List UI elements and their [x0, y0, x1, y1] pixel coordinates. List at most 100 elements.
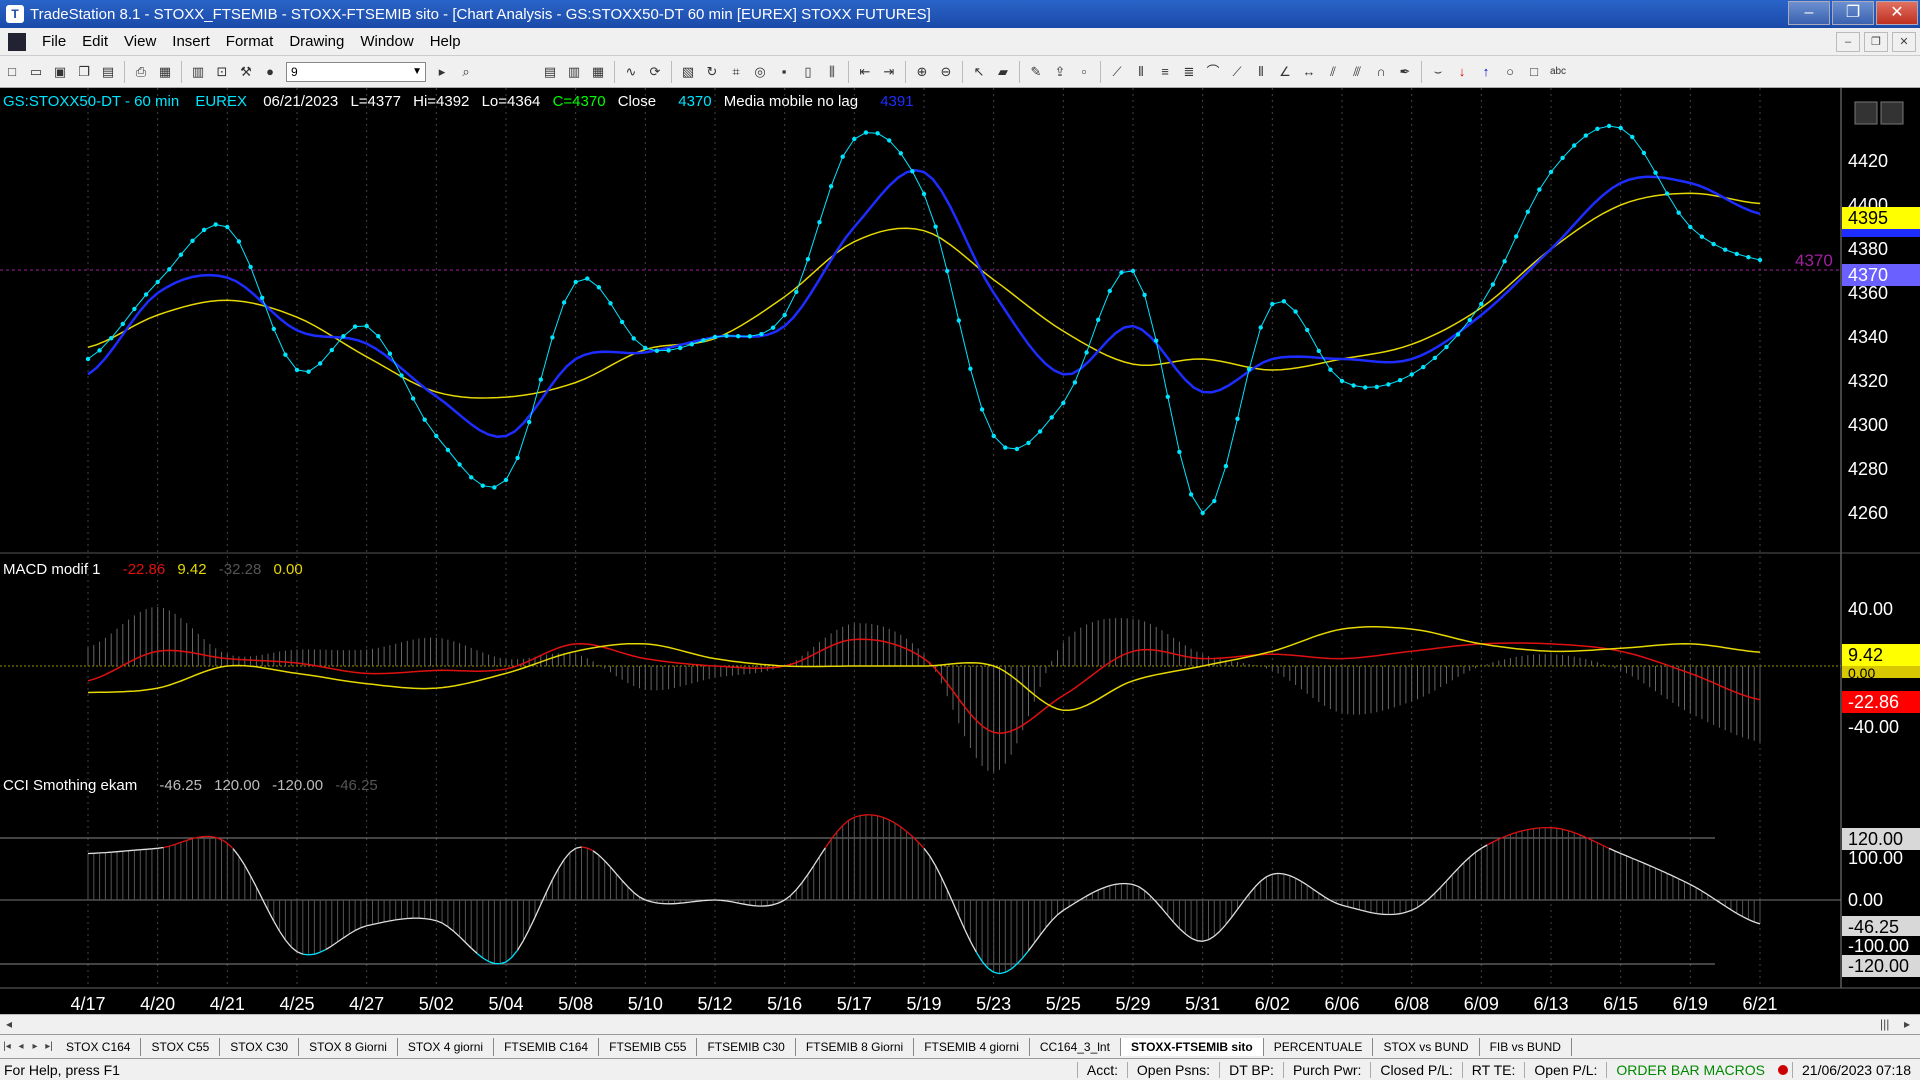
workspace-tab[interactable]: STOX C164 — [56, 1037, 142, 1056]
macros-field[interactable]: ORDER BAR MACROS — [1606, 1061, 1774, 1078]
tab-first-icon[interactable]: |◂ — [0, 1041, 14, 1052]
minimize-button[interactable]: – — [1788, 1, 1830, 25]
workspace-tab[interactable]: FTSEMIB 4 giorni — [914, 1037, 1030, 1056]
trendline-icon[interactable]: ⟋ — [1107, 62, 1127, 82]
workspace-tab[interactable]: STOX vs BUND — [1373, 1037, 1480, 1056]
options-icon[interactable]: ▫ — [1074, 62, 1094, 82]
fib-icon[interactable]: ≣ — [1179, 62, 1199, 82]
workspace-tab[interactable]: FIB vs BUND — [1480, 1037, 1572, 1056]
workspace-tab[interactable]: FTSEMIB C55 — [599, 1037, 698, 1056]
workspace-tab[interactable]: CC164_3_lnt — [1030, 1037, 1121, 1056]
arrow-down-icon[interactable]: ↓ — [1452, 62, 1472, 82]
workspace-tab[interactable]: STOX C55 — [141, 1037, 221, 1056]
portfolio-icon[interactable]: ▯ — [798, 62, 818, 82]
scroll-thumb-icon[interactable]: ||| — [1880, 1017, 1889, 1031]
new-icon[interactable]: □ — [2, 62, 22, 82]
vertical-lines-icon[interactable]: ⦀ — [1131, 62, 1151, 82]
child-minimize-button[interactable]: – — [1836, 31, 1860, 52]
print-preview-icon[interactable]: ▦ — [155, 62, 175, 82]
arc-icon[interactable]: ⌒ — [1203, 62, 1223, 82]
pointer-icon[interactable]: ↖ — [969, 62, 989, 82]
cycle-icon[interactable]: ∩ — [1371, 62, 1391, 82]
pane-restore-button[interactable] — [1880, 101, 1904, 125]
indicator-icon[interactable]: ∿ — [621, 62, 641, 82]
child-close-button[interactable]: ✕ — [1892, 31, 1916, 52]
scroll-left-icon[interactable]: ◂ — [6, 1017, 12, 1031]
play-icon[interactable]: ▸ — [432, 62, 452, 82]
scroll-right-icon[interactable]: ▸ — [1904, 1017, 1910, 1031]
strategy-icon[interactable]: ⟳ — [645, 62, 665, 82]
workspace-tab[interactable]: STOX 8 Giorni — [299, 1037, 398, 1056]
chart-type-icon[interactable]: ▤ — [540, 62, 560, 82]
gann-icon[interactable]: ∠ — [1275, 62, 1295, 82]
workspace-tab[interactable]: FTSEMIB 8 Giorni — [796, 1037, 915, 1056]
pane-minimize-button[interactable] — [1854, 101, 1878, 125]
pen-icon[interactable]: ✒ — [1395, 62, 1415, 82]
andrews-icon[interactable]: ⫴ — [1251, 62, 1271, 82]
scanner-icon[interactable]: ⌗ — [726, 62, 746, 82]
tab-prev-icon[interactable]: ◂ — [14, 1041, 28, 1052]
print-icon[interactable]: ⎙ — [131, 62, 151, 82]
extend-icon[interactable]: ↔ — [1299, 62, 1319, 82]
open-icon[interactable]: ▭ — [26, 62, 46, 82]
maximize-button[interactable]: ❐ — [1832, 1, 1874, 25]
chart-area[interactable]: GS:STOXX50-DT - 60 min EUREX 06/21/2023 … — [0, 88, 1920, 1014]
window-icon[interactable]: ▥ — [188, 62, 208, 82]
tools-icon[interactable]: ⚒ — [236, 62, 256, 82]
channel-icon[interactable]: ⫽ — [1323, 62, 1343, 82]
last-label: L=4377 — [350, 93, 400, 110]
workspace-tab[interactable]: PERCENTUALE — [1264, 1037, 1374, 1056]
save-icon[interactable]: ▣ — [50, 62, 70, 82]
zoom-out-icon[interactable]: ⊖ — [936, 62, 956, 82]
globe-icon[interactable]: ● — [260, 62, 280, 82]
menu-file[interactable]: File — [34, 33, 74, 50]
menu-help[interactable]: Help — [422, 33, 469, 50]
arrow-up-icon[interactable]: ↑ — [1476, 62, 1496, 82]
ellipse-icon[interactable]: ○ — [1500, 62, 1520, 82]
close-point — [503, 477, 509, 483]
table-icon[interactable]: ▦ — [588, 62, 608, 82]
menu-format[interactable]: Format — [218, 33, 282, 50]
speed-lines-icon[interactable]: ⟋ — [1227, 62, 1247, 82]
date-tick: 6/09 — [1464, 994, 1499, 1014]
menu-insert[interactable]: Insert — [164, 33, 218, 50]
wrench-icon[interactable]: ✎ — [1026, 62, 1046, 82]
date-tick: 5/16 — [767, 994, 802, 1014]
export-icon[interactable]: ⇪ — [1050, 62, 1070, 82]
workspace-tab[interactable]: FTSEMIB C30 — [697, 1037, 796, 1056]
menu-view[interactable]: View — [116, 33, 164, 50]
rectangle-icon[interactable]: □ — [1524, 62, 1544, 82]
refresh-icon[interactable]: ↻ — [702, 62, 722, 82]
chart-window-icon[interactable] — [8, 32, 26, 51]
matrix-icon[interactable]: ▪ — [774, 62, 794, 82]
menu-window[interactable]: Window — [352, 33, 421, 50]
menu-drawing[interactable]: Drawing — [281, 33, 352, 50]
regression-icon[interactable]: ⫻ — [1347, 62, 1367, 82]
curve-icon[interactable]: ⌣ — [1428, 62, 1448, 82]
bars-icon[interactable]: ⫼ — [822, 62, 842, 82]
child-restore-button[interactable]: ❐ — [1864, 31, 1888, 52]
lock-icon[interactable]: ⊡ — [212, 62, 232, 82]
radar-icon[interactable]: ◎ — [750, 62, 770, 82]
order-icon[interactable]: ▰ — [993, 62, 1013, 82]
find-icon[interactable]: ⌕ — [456, 62, 476, 82]
workspace-tab[interactable]: STOXX-FTSEMIB sito — [1120, 1037, 1264, 1056]
copy-icon[interactable]: ❐ — [74, 62, 94, 82]
close-button[interactable]: ✕ — [1876, 1, 1918, 25]
interval-combo[interactable]: 9 — [286, 61, 426, 82]
horizontal-scrollbar[interactable]: ◂ ||| ▸ — [0, 1014, 1920, 1034]
expand-icon[interactable]: ⇥ — [879, 62, 899, 82]
workspace-tab[interactable]: FTSEMIB C164 — [494, 1037, 600, 1056]
workspace-tab[interactable]: STOX C30 — [220, 1037, 300, 1056]
text-tool-icon[interactable]: abc — [1548, 62, 1568, 82]
bar-icon[interactable]: ▥ — [564, 62, 584, 82]
folder-icon[interactable]: ▤ — [98, 62, 118, 82]
tab-last-icon[interactable]: ▸| — [42, 1041, 56, 1052]
tab-next-icon[interactable]: ▸ — [28, 1041, 42, 1052]
horizontal-lines-icon[interactable]: ≡ — [1155, 62, 1175, 82]
menu-edit[interactable]: Edit — [74, 33, 116, 50]
workspace-tab[interactable]: STOX 4 giorni — [398, 1037, 495, 1056]
format-icon[interactable]: ▧ — [678, 62, 698, 82]
compress-icon[interactable]: ⇤ — [855, 62, 875, 82]
zoom-in-icon[interactable]: ⊕ — [912, 62, 932, 82]
